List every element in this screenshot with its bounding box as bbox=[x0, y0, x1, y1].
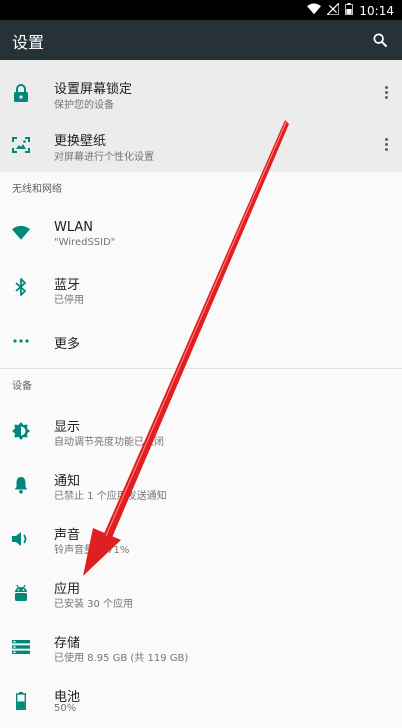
volume-icon bbox=[11, 529, 31, 549]
settings-item-sound[interactable]: 声音 铃声音量为 71% bbox=[0, 512, 402, 566]
settings-item-storage[interactable]: 存储 已使用 8.95 GB (共 119 GB) bbox=[0, 620, 402, 674]
suggestions-panel: 设置屏幕锁定 保护您的设备 更换壁纸 对屏幕进行个性化设置 bbox=[0, 60, 402, 172]
cellular-signal-icon bbox=[325, 1, 341, 18]
settings-item-apps[interactable]: 应用 已安装 30 个应用 bbox=[0, 566, 402, 620]
app-bar: 设置 bbox=[0, 20, 402, 60]
page-title: 设置 bbox=[12, 33, 45, 52]
settings-item-bluetooth[interactable]: 蓝牙 已停用 bbox=[0, 260, 402, 314]
item-title: 更多 bbox=[54, 337, 81, 352]
section-header-device: 设备 bbox=[12, 381, 32, 392]
item-subtitle: 已禁止 1 个应用发送通知 bbox=[54, 491, 167, 502]
display-icon bbox=[11, 421, 31, 441]
suggestion-title: 设置屏幕锁定 bbox=[54, 82, 133, 97]
settings-item-battery[interactable]: 电池 50% bbox=[0, 674, 402, 728]
item-title: WLAN bbox=[54, 220, 94, 235]
wifi-icon bbox=[11, 223, 31, 243]
settings-item-display[interactable]: 显示 自动调节亮度功能已关闭 bbox=[0, 404, 402, 458]
wifi-signal-icon bbox=[307, 3, 322, 18]
status-time: 10:14 bbox=[359, 3, 394, 18]
suggestion-title: 更换壁纸 bbox=[54, 134, 107, 149]
item-subtitle: 50% bbox=[54, 703, 77, 714]
bluetooth-icon bbox=[11, 277, 31, 297]
suggestion-wallpaper[interactable]: 更换壁纸 对屏幕进行个性化设置 bbox=[0, 118, 402, 172]
section-header-wireless: 无线和网络 bbox=[12, 184, 62, 195]
suggestion-subtitle: 对屏幕进行个性化设置 bbox=[54, 152, 154, 163]
search-button[interactable] bbox=[368, 28, 392, 52]
item-subtitle: 已停用 bbox=[54, 295, 84, 306]
status-icons: 10:14 bbox=[307, 1, 394, 18]
battery-icon bbox=[11, 691, 31, 711]
more-horiz-icon bbox=[11, 331, 31, 351]
suggestion-screen-lock[interactable]: 设置屏幕锁定 保护您的设备 bbox=[0, 66, 402, 120]
settings-item-wlan[interactable]: WLAN "WiredSSID" bbox=[0, 206, 402, 260]
status-bar: 10:14 bbox=[0, 0, 402, 20]
suggestion-subtitle: 保护您的设备 bbox=[54, 100, 114, 111]
settings-item-notifications[interactable]: 通知 已禁止 1 个应用发送通知 bbox=[0, 458, 402, 512]
android-icon bbox=[11, 583, 31, 603]
item-subtitle: 已使用 8.95 GB (共 119 GB) bbox=[54, 653, 189, 664]
search-icon bbox=[373, 33, 387, 47]
item-subtitle: 自动调节亮度功能已关闭 bbox=[54, 437, 164, 448]
battery-status-icon bbox=[345, 3, 354, 18]
bell-icon bbox=[11, 475, 31, 495]
lock-icon bbox=[11, 83, 31, 103]
settings-item-more[interactable]: 更多 bbox=[0, 314, 402, 368]
item-subtitle: 已安装 30 个应用 bbox=[54, 599, 134, 610]
storage-icon bbox=[11, 637, 31, 657]
overflow-menu-icon[interactable] bbox=[380, 135, 392, 153]
item-subtitle: "WiredSSID" bbox=[54, 237, 116, 248]
wallpaper-icon bbox=[11, 135, 31, 155]
overflow-menu-icon[interactable] bbox=[380, 83, 392, 101]
item-subtitle: 铃声音量为 71% bbox=[54, 545, 130, 556]
section-divider bbox=[0, 368, 402, 369]
